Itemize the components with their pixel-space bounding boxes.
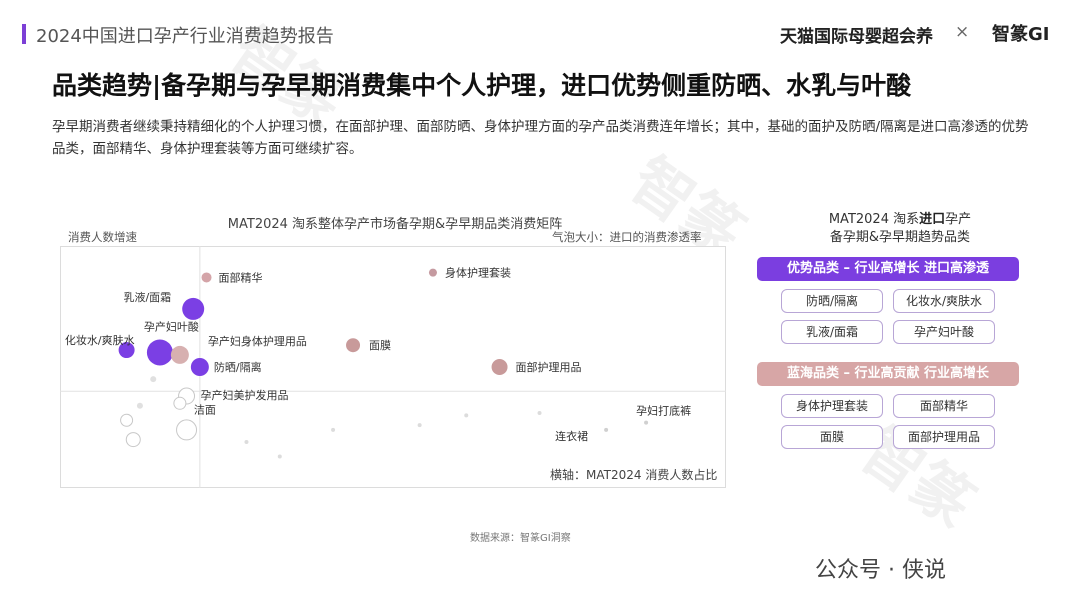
bubble-point (173, 396, 187, 410)
page-description: 孕早期消费者继续秉持精细化的个人护理习惯，在面部护理、面部防晒、身体护理方面的孕… (52, 119, 1029, 157)
brand-separator: × (955, 22, 970, 42)
bubble-point (277, 454, 282, 459)
bubble-label: 防晒/隔离 (214, 360, 262, 374)
bubble-point (182, 297, 205, 320)
footer-watermark: 公众号 · 侠说 (815, 558, 946, 583)
advantage-pill: 乳液/面霜 (781, 320, 883, 344)
bubble-point (331, 427, 336, 432)
page-title: 品类趋势|备孕期与孕早期消费集中个人护理，进口优势侧重防晒、水乳与叶酸 (52, 71, 912, 100)
brand-gi-logo: 智篆GI (992, 24, 1050, 45)
bubble-point (417, 423, 422, 428)
bubble-label: 化妆水/爽肤水 (65, 333, 135, 347)
bubble-point (146, 339, 173, 366)
report-title: 2024中国进口孕产行业消费趋势报告 (36, 26, 334, 47)
bubble-point (346, 338, 361, 353)
bubble-point (170, 345, 189, 364)
bubble-label: 孕产妇美护发用品 (201, 388, 289, 402)
bubble-label: 面部护理用品 (516, 360, 582, 374)
bubble-label: 身体护理套装 (445, 266, 511, 280)
bubble-label: 面膜 (369, 339, 391, 352)
bubble-point (428, 268, 437, 277)
bubble-point (604, 427, 609, 432)
bubble-label: 孕妇打底裤 (636, 404, 691, 418)
bubble-point (190, 358, 209, 376)
bubble-size-note: 气泡大小：进口的消费渗透率 (552, 230, 702, 244)
advantage-pill: 孕产妇叶酸 (893, 320, 995, 344)
bubble-chart: 面部精华 身体护理套装乳液/面霜孕产妇叶酸化妆水/爽肤水 孕产妇身体护理用品防晒/隔… (60, 246, 726, 488)
bubble-label: 乳液/面霜 (123, 290, 171, 304)
bubble-label: 连衣裙 (555, 429, 588, 443)
side-panel-title-bold: 进口 (919, 212, 946, 227)
bubble-point (120, 413, 134, 427)
bubble-label: 孕产妇叶酸 (144, 319, 199, 333)
side-panel-title: MAT2024 淘系进口孕产 备孕期&孕早期趋势品类 (770, 211, 1030, 247)
bubble-point (491, 359, 508, 375)
bubble-point (537, 410, 542, 415)
chart-y-label: 消费人数增速 (68, 230, 137, 244)
blue-ocean-pill: 身体护理套装 (781, 394, 883, 418)
side-panel-title-pre: MAT2024 淘系 (828, 212, 920, 227)
header-accent-bar (22, 24, 26, 44)
data-source: 数据来源：智篆GI洞察 (470, 533, 571, 544)
bubble-point (176, 419, 198, 441)
bubble-point (150, 376, 157, 383)
blue-ocean-pill: 面部护理用品 (893, 425, 995, 449)
advantage-pill: 防晒/隔离 (781, 289, 883, 313)
side-panel-title-post: 孕产 (945, 212, 972, 227)
bubble-point (136, 402, 143, 409)
bubble-label: 孕产妇身体护理用品 (208, 334, 307, 348)
brand-tmall-logo: 天猫国际母婴超会养 (780, 27, 933, 47)
bubble-label: 洁面 (194, 403, 216, 416)
blue-ocean-pill: 面膜 (781, 425, 883, 449)
chart-x-label: 横轴：MAT2024 消费人数占比 (550, 468, 718, 482)
bubble-point (464, 413, 469, 418)
blue-ocean-category-banner: 蓝海品类 – 行业高贡献 行业高增长 (757, 362, 1019, 386)
side-panel-subtitle: 备孕期&孕早期趋势品类 (829, 230, 971, 245)
plot-frame (60, 246, 726, 488)
bubble-point (125, 432, 141, 448)
bubble-label: 面部精华 (219, 270, 263, 284)
advantage-category-banner: 优势品类 – 行业高增长 进口高渗透 (757, 257, 1019, 281)
bubble-point (644, 420, 649, 425)
bubble-point (201, 272, 212, 283)
blue-ocean-pill: 面部精华 (893, 394, 995, 418)
bubble-point (244, 440, 249, 445)
advantage-pill: 化妆水/爽肤水 (893, 289, 995, 313)
